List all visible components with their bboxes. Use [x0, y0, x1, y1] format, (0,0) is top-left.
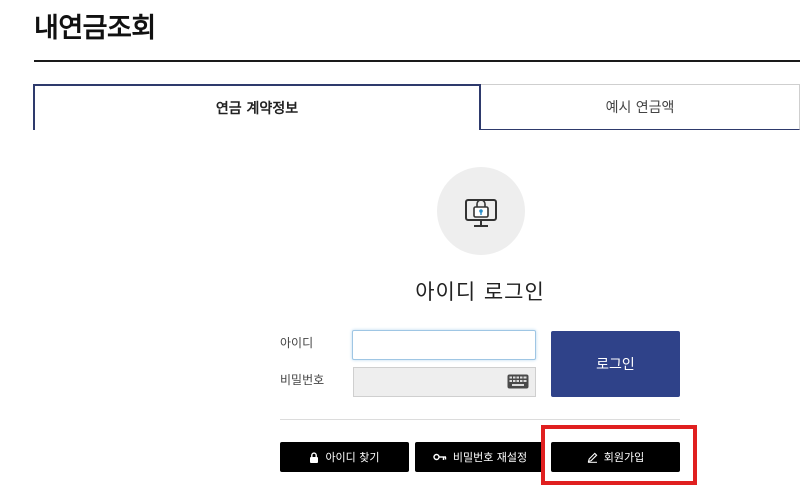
- tab-estimated-pension[interactable]: 예시 연금액: [481, 84, 800, 130]
- tab-label: 연금 계약정보: [215, 101, 299, 117]
- login-heading: 아이디 로그인: [415, 280, 545, 304]
- page: 내연금조회 연금 계약정보 예시 연금액 아이디 로그인 아이디 비밀번호 로그…: [0, 0, 800, 490]
- title-divider: [34, 60, 800, 62]
- key-icon: [433, 453, 447, 461]
- form-divider: [280, 419, 680, 420]
- login-button[interactable]: 로그인: [551, 331, 680, 397]
- tab-bar: 연금 계약정보 예시 연금액: [33, 84, 800, 130]
- login-button-label: 로그인: [596, 357, 635, 373]
- find-id-label: 아이디 찾기: [325, 451, 380, 464]
- find-id-button[interactable]: 아이디 찾기: [280, 442, 409, 472]
- page-title: 내연금조회: [34, 13, 156, 44]
- computer-lock-icon-svg: [465, 199, 497, 227]
- id-label: 아이디: [280, 336, 314, 350]
- tab-contract-info[interactable]: 연금 계약정보: [33, 84, 481, 130]
- password-label: 비밀번호: [280, 373, 325, 387]
- tab-label: 예시 연금액: [605, 100, 675, 116]
- signup-highlight-box: [541, 425, 697, 485]
- lock-icon: [309, 451, 319, 463]
- computer-lock-icon: [437, 167, 525, 255]
- id-input[interactable]: [352, 330, 536, 360]
- reset-password-label: 비밀번호 재설정: [452, 451, 528, 464]
- reset-password-button[interactable]: 비밀번호 재설정: [415, 442, 545, 472]
- keyboard-icon[interactable]: [507, 374, 529, 389]
